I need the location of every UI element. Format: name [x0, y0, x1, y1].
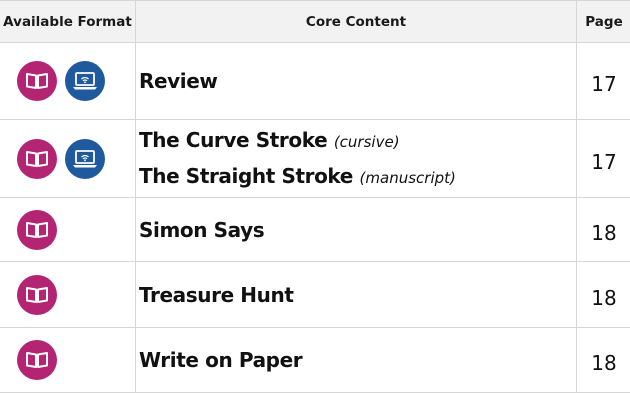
page-number: 18	[577, 328, 630, 393]
content-cell: Review	[136, 43, 577, 120]
open-book-icon	[17, 275, 57, 315]
content-cell: Simon Says	[136, 198, 577, 262]
open-book-icon	[17, 139, 57, 179]
content-note: (cursive)	[334, 133, 400, 151]
content-title: Review	[139, 64, 576, 98]
content-title: Simon Says	[139, 213, 576, 247]
content-title: The Curve Stroke (cursive)	[139, 123, 576, 159]
table-row: Simon Says 18	[0, 198, 630, 262]
format-cell	[0, 262, 136, 328]
table-row: Write on Paper 18	[0, 328, 630, 393]
table-row: Review 17	[0, 43, 630, 120]
open-book-icon	[17, 210, 57, 250]
laptop-wifi-icon	[65, 139, 105, 179]
content-cell: Write on Paper	[136, 328, 577, 393]
content-cell: The Curve Stroke (cursive) The Straight …	[136, 120, 577, 198]
header-core-content: Core Content	[136, 1, 577, 43]
content-title: Treasure Hunt	[139, 278, 576, 312]
format-cell	[0, 120, 136, 198]
open-book-icon	[17, 61, 57, 101]
content-title: Write on Paper	[139, 343, 576, 377]
format-cell	[0, 328, 136, 393]
header-page: Page	[577, 1, 630, 43]
content-note: (manuscript)	[360, 169, 456, 187]
table-row: Treasure Hunt 18	[0, 262, 630, 328]
content-cell: Treasure Hunt	[136, 262, 577, 328]
table-row: The Curve Stroke (cursive) The Straight …	[0, 120, 630, 198]
table-header-row: Available Format Core Content Page	[0, 1, 630, 43]
page-number: 18	[577, 198, 630, 262]
page-number: 17	[577, 43, 630, 120]
page-number: 17	[577, 120, 630, 198]
header-available-format: Available Format	[0, 1, 136, 43]
open-book-icon	[17, 340, 57, 380]
format-cell	[0, 43, 136, 120]
lesson-content-table: Available Format Core Content Page Revie…	[0, 0, 630, 393]
format-cell	[0, 198, 136, 262]
content-title: The Straight Stroke (manuscript)	[139, 159, 576, 195]
laptop-wifi-icon	[65, 61, 105, 101]
page-number: 18	[577, 262, 630, 328]
